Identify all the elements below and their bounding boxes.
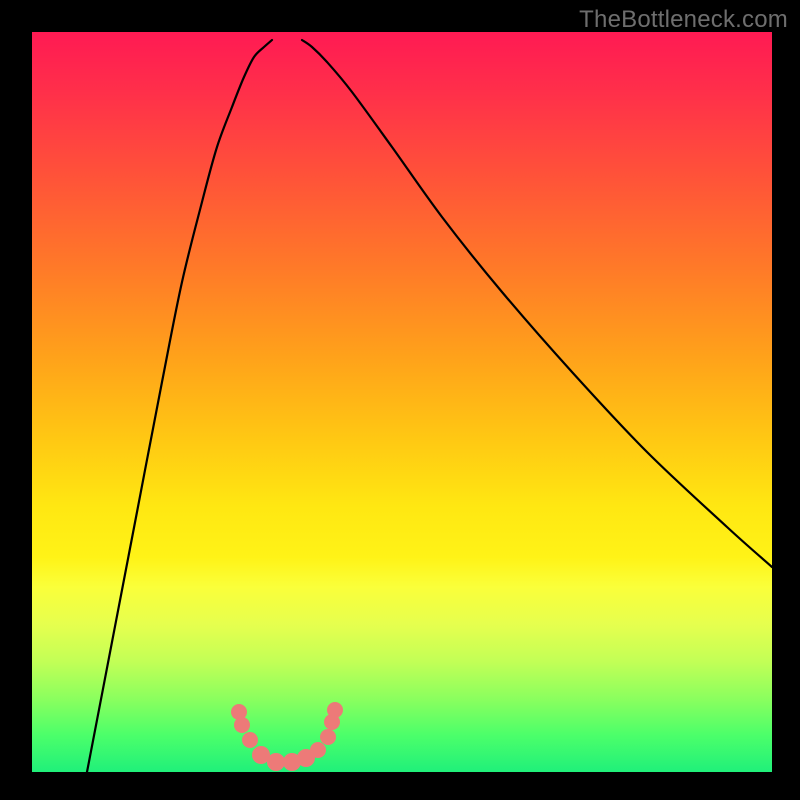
right-branch-curve xyxy=(302,40,772,567)
marker-left-2 xyxy=(242,732,258,748)
plot-area xyxy=(32,32,772,772)
left-branch-curve xyxy=(87,40,272,772)
marker-right-2 xyxy=(310,742,326,758)
marker-right-3 xyxy=(320,729,336,745)
chart-frame: TheBottleneck.com xyxy=(0,0,800,800)
watermark-text: TheBottleneck.com xyxy=(579,6,788,34)
marker-right-5 xyxy=(327,702,343,718)
curve-layer xyxy=(32,32,772,772)
markers-group xyxy=(231,702,343,771)
marker-left-4 xyxy=(267,753,285,771)
marker-left-1 xyxy=(234,717,250,733)
